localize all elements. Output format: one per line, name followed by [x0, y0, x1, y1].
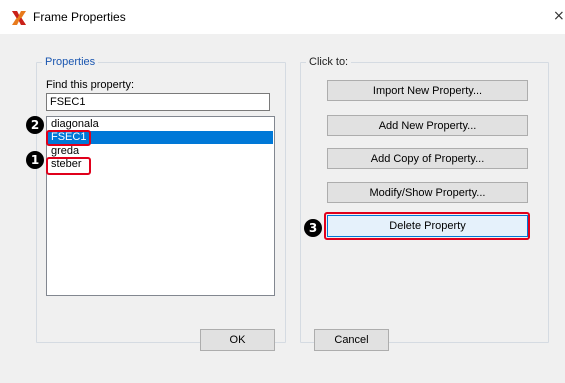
add-copy-property-button[interactable]: Add Copy of Property...	[327, 148, 528, 169]
click-to-group-label: Click to:	[306, 56, 352, 68]
title-bar: Frame Properties ×	[0, 0, 565, 34]
step-marker-1: 1	[26, 151, 44, 169]
list-item[interactable]: diagonala	[48, 118, 273, 131]
close-icon[interactable]: ×	[553, 8, 565, 24]
list-item[interactable]: steber	[48, 158, 273, 171]
property-listbox[interactable]: diagonala FSEC1 greda steber	[46, 116, 275, 296]
add-new-property-button[interactable]: Add New Property...	[327, 115, 528, 136]
delete-property-button[interactable]: Delete Property	[327, 215, 528, 237]
window-title: Frame Properties	[33, 10, 126, 24]
list-item[interactable]: greda	[48, 145, 273, 158]
properties-group-label: Properties	[42, 56, 99, 68]
app-x-icon	[12, 11, 26, 25]
cancel-button[interactable]: Cancel	[314, 329, 389, 351]
list-item-selected[interactable]: FSEC1	[48, 131, 273, 144]
step-marker-2: 2	[26, 116, 44, 134]
import-new-property-button[interactable]: Import New Property...	[327, 80, 528, 101]
ok-button[interactable]: OK	[200, 329, 275, 351]
find-property-input[interactable]: FSEC1	[46, 93, 270, 111]
find-property-label: Find this property:	[46, 79, 135, 91]
step-marker-3: 3	[304, 219, 322, 237]
modify-show-property-button[interactable]: Modify/Show Property...	[327, 182, 528, 203]
